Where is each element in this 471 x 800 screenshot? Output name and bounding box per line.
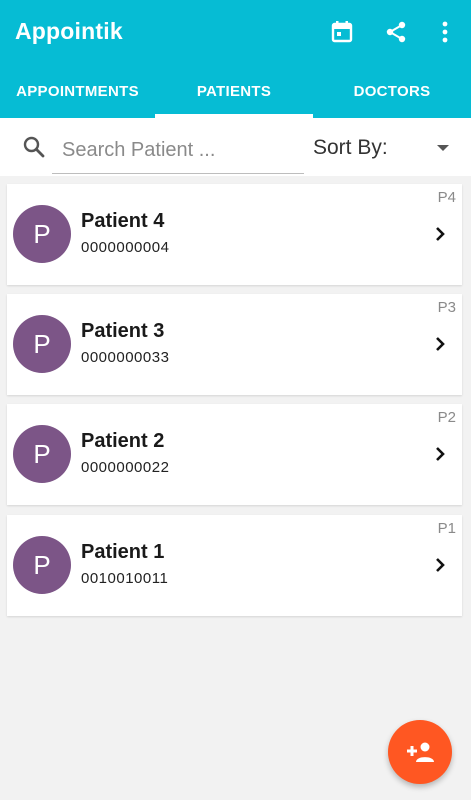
search-input[interactable] bbox=[52, 128, 304, 174]
avatar: P bbox=[13, 536, 71, 594]
patient-code: P2 bbox=[437, 409, 456, 426]
patient-phone: 0000000022 bbox=[81, 459, 170, 476]
chevron-right-icon bbox=[436, 558, 445, 572]
share-icon bbox=[386, 21, 406, 43]
chevron-right-icon bbox=[436, 447, 445, 461]
more-vert-icon bbox=[442, 21, 448, 43]
tab-doctors[interactable]: DOCTORS bbox=[313, 64, 471, 118]
patient-code: P4 bbox=[437, 189, 456, 206]
more-options-button[interactable] bbox=[431, 18, 459, 46]
patient-phone: 0000000033 bbox=[81, 349, 170, 366]
app-title: Appointik bbox=[15, 18, 123, 44]
tab-label: PATIENTS bbox=[196, 82, 272, 100]
patient-name: Patient 1 bbox=[81, 541, 165, 563]
avatar: P bbox=[13, 205, 71, 263]
patient-name: Patient 2 bbox=[81, 430, 165, 452]
add-patient-button[interactable] bbox=[388, 720, 452, 784]
tab-appointments[interactable]: APPOINTMENTS bbox=[0, 64, 155, 118]
patient-code: P1 bbox=[437, 520, 456, 537]
calendar-icon bbox=[331, 21, 353, 43]
tab-bar: APPOINTMENTS PATIENTS DOCTORS bbox=[0, 64, 471, 118]
chevron-right-icon bbox=[436, 337, 445, 351]
sort-by-label: Sort By: bbox=[313, 136, 388, 159]
patient-card[interactable]: P Patient 2 0000000022 P2 bbox=[7, 404, 462, 505]
avatar: P bbox=[13, 315, 71, 373]
chevron-right-icon bbox=[436, 227, 445, 241]
patient-code: P3 bbox=[437, 299, 456, 316]
tab-label: APPOINTMENTS bbox=[16, 82, 139, 100]
search-sort-bar: Sort By: bbox=[0, 118, 471, 176]
add-person-icon bbox=[407, 742, 434, 762]
app-bar: Appointik APPOINTMENTS PATIENTS DOCTORS bbox=[0, 0, 471, 118]
tab-label: DOCTORS bbox=[353, 82, 431, 100]
patient-name: Patient 4 bbox=[81, 210, 165, 232]
tab-patients[interactable]: PATIENTS bbox=[155, 64, 313, 118]
avatar: P bbox=[13, 425, 71, 483]
calendar-button[interactable] bbox=[328, 18, 356, 46]
patient-phone: 0000000004 bbox=[81, 239, 170, 256]
patient-card[interactable]: P Patient 4 0000000004 P4 bbox=[7, 184, 462, 285]
patient-phone: 0010010011 bbox=[81, 570, 169, 587]
chevron-down-icon[interactable] bbox=[436, 141, 450, 155]
patient-card[interactable]: P Patient 3 0000000033 P3 bbox=[7, 294, 462, 395]
share-button[interactable] bbox=[382, 18, 410, 46]
patient-name: Patient 3 bbox=[81, 320, 165, 342]
search-icon bbox=[23, 136, 45, 158]
patient-card[interactable]: P Patient 1 0010010011 P1 bbox=[7, 515, 462, 616]
